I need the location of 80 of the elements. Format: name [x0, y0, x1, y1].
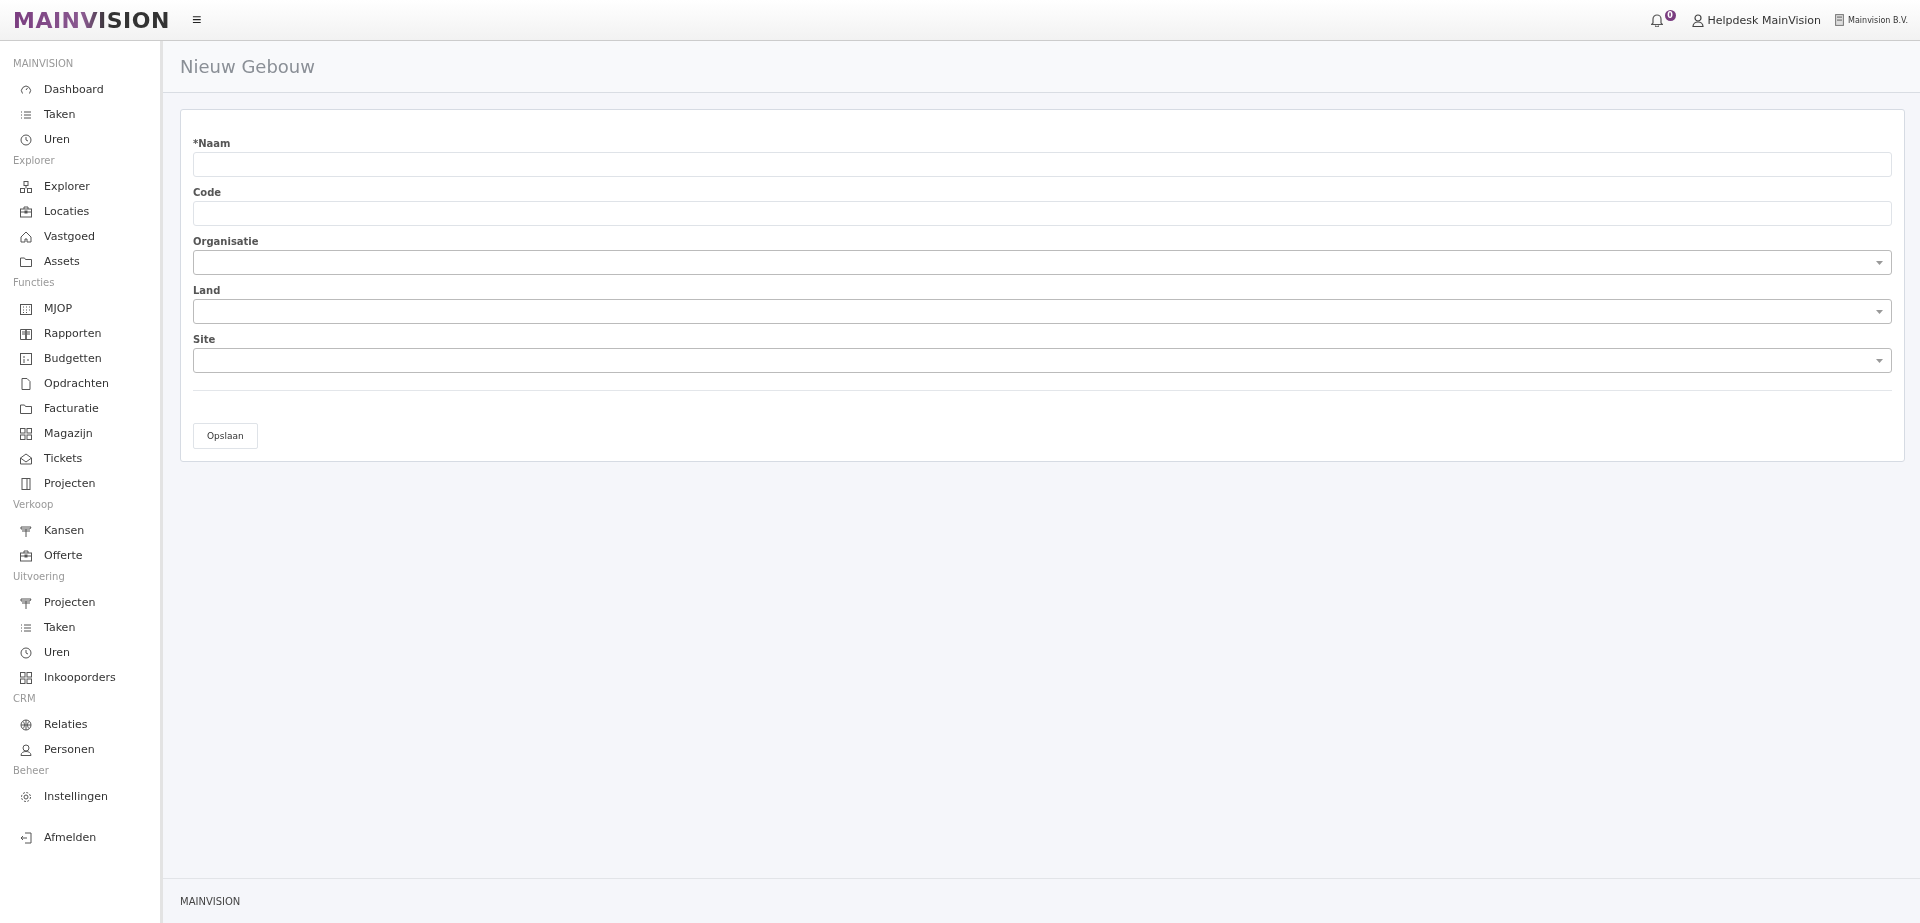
- signpost-icon: [20, 524, 32, 537]
- sidebar-item[interactable]: Rapporten: [0, 321, 160, 346]
- sidebar-item[interactable]: Personen: [0, 737, 160, 762]
- logout-icon: [20, 831, 32, 844]
- section-heading: Functies: [12, 276, 56, 290]
- section-heading: CRM: [12, 692, 37, 706]
- hierarchy-icon: [20, 180, 32, 193]
- signpost-icon: [20, 596, 32, 609]
- briefcase-icon: [20, 205, 32, 218]
- caret-icon: [1876, 358, 1883, 363]
- dropdown-field[interactable]: [193, 348, 1892, 373]
- user-icon: [1691, 13, 1704, 27]
- list-icon: [20, 621, 32, 634]
- company-link[interactable]: Mainvision B.V.: [1848, 15, 1908, 25]
- section-heading: MAINVISION: [12, 57, 75, 71]
- document-icon: [20, 377, 32, 390]
- sidebar-item[interactable]: Facturatie: [0, 396, 160, 421]
- sidebar-item[interactable]: Dashboard: [0, 77, 160, 102]
- field-label: Code: [193, 187, 223, 198]
- sidebar-item[interactable]: Budgetten: [0, 346, 160, 371]
- page-title: Nieuw Gebouw: [180, 56, 315, 77]
- briefcase-icon: [20, 549, 32, 562]
- envelope-icon: [20, 452, 32, 465]
- house-icon: [20, 230, 32, 243]
- notification-bell-icon[interactable]: [1650, 13, 1663, 27]
- clock-icon: [20, 133, 32, 146]
- text-field[interactable]: [193, 152, 1892, 177]
- caret-icon: [1876, 309, 1883, 314]
- dropdown-field[interactable]: [193, 250, 1892, 275]
- calculator-icon: [20, 352, 32, 365]
- field-label: Organisatie: [193, 236, 260, 247]
- sidebar-item[interactable]: Inkooporders: [0, 665, 160, 690]
- folder-icon: [20, 402, 32, 415]
- sidebar-item[interactable]: Kansen: [0, 518, 160, 543]
- logout-link[interactable]: Afmelden: [0, 825, 160, 850]
- caret-icon: [1876, 260, 1883, 265]
- calendar-icon: [20, 302, 32, 315]
- menu-button[interactable]: ≡: [191, 11, 202, 29]
- sidebar-item[interactable]: Uren: [0, 640, 160, 665]
- sidebar-item[interactable]: Taken: [0, 615, 160, 640]
- gauge-icon: [20, 83, 32, 96]
- dropdown-field[interactable]: [193, 299, 1892, 324]
- sidebar-item[interactable]: Explorer: [0, 174, 160, 199]
- panel-icon: [20, 477, 32, 490]
- text-field[interactable]: [193, 201, 1892, 226]
- sidebar-item[interactable]: Projecten: [0, 590, 160, 615]
- sidebar-item[interactable]: Assets: [0, 249, 160, 274]
- sidebar-item[interactable]: Uren: [0, 127, 160, 152]
- section-heading: Beheer: [12, 764, 50, 778]
- sidebar-item[interactable]: MJOP: [0, 296, 160, 321]
- globe-icon: [20, 718, 32, 731]
- folder-icon: [20, 255, 32, 268]
- sidebar-item[interactable]: Vastgoed: [0, 224, 160, 249]
- person-icon: [20, 743, 32, 756]
- field-label: Site: [193, 334, 217, 345]
- section-heading: Verkoop: [12, 498, 55, 512]
- sidebar-item[interactable]: Opdrachten: [0, 371, 160, 396]
- save-button[interactable]: Opslaan: [193, 423, 258, 449]
- sidebar-item[interactable]: Locaties: [0, 199, 160, 224]
- user-link[interactable]: Helpdesk MainVision: [1707, 13, 1822, 27]
- section-heading: Explorer: [12, 154, 56, 168]
- building-icon: [1835, 14, 1845, 26]
- sidebar-item[interactable]: Offerte: [0, 543, 160, 568]
- sidebar-item[interactable]: Taken: [0, 102, 160, 127]
- sidebar-item[interactable]: Relaties: [0, 712, 160, 737]
- sidebar-item[interactable]: Projecten: [0, 471, 160, 496]
- notification-count: 0: [1664, 9, 1676, 21]
- field-label: Land: [193, 285, 222, 296]
- book-icon: [20, 327, 32, 340]
- list-icon: [20, 108, 32, 121]
- footer-text: MAINVISION: [180, 895, 241, 907]
- clock-icon: [20, 646, 32, 659]
- field-label: *Naam: [193, 138, 232, 149]
- sidebar-item[interactable]: Magazijn: [0, 421, 160, 446]
- section-heading: Uitvoering: [12, 570, 66, 584]
- grid-icon: [20, 671, 32, 684]
- sidebar-item[interactable]: Instellingen: [0, 784, 160, 809]
- settings-icon: [20, 790, 32, 803]
- sidebar-item[interactable]: Tickets: [0, 446, 160, 471]
- grid-icon: [20, 427, 32, 440]
